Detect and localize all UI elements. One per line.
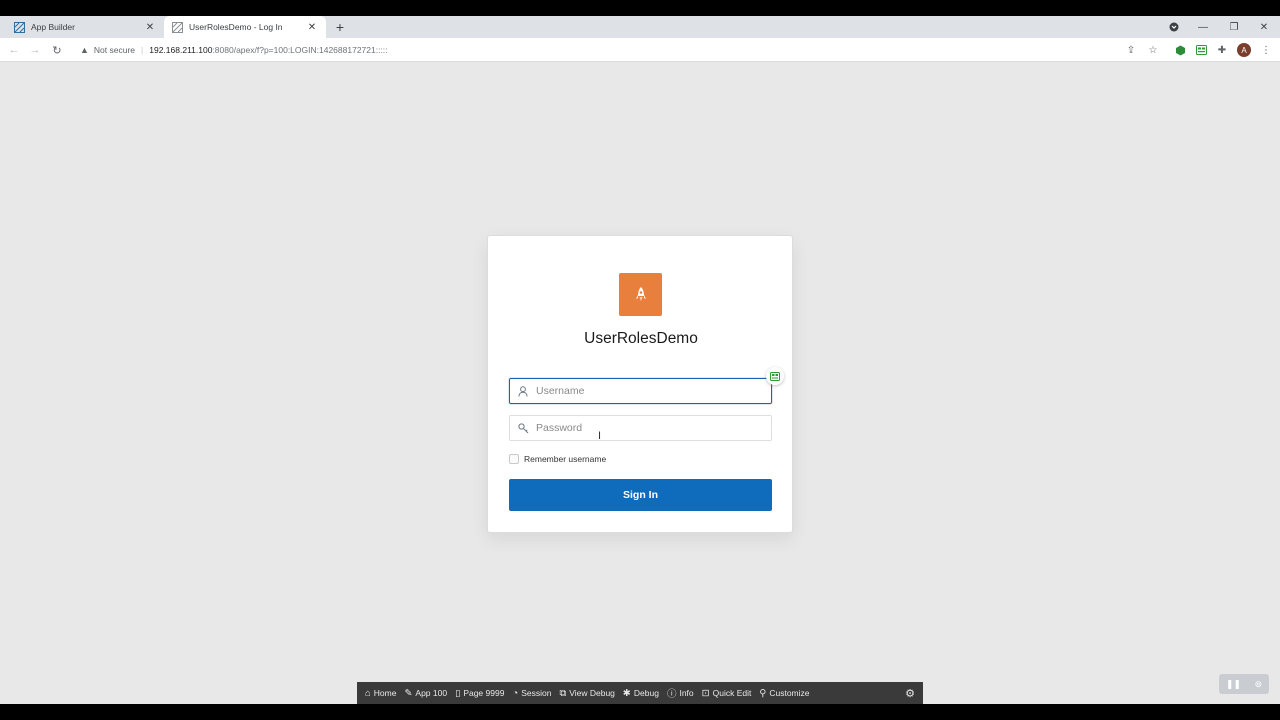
pause-icon[interactable]: ❚❚ xyxy=(1226,679,1241,690)
back-arrow-icon[interactable]: ← xyxy=(6,42,22,58)
bug-icon: ✱ xyxy=(622,687,631,699)
forward-arrow-icon[interactable]: → xyxy=(27,42,43,58)
divider: | xyxy=(141,45,144,55)
url-path: :8080/apex/f?p=100:LOGIN:142688172721:::… xyxy=(212,45,388,55)
dev-customize-button[interactable]: ⚲ Customize xyxy=(757,682,815,704)
security-status: Not secure xyxy=(93,45,136,55)
remember-checkbox[interactable] xyxy=(509,454,519,464)
view-debug-icon: ⧉ xyxy=(559,687,567,699)
apex-favicon-icon xyxy=(172,21,183,33)
close-window-icon[interactable]: ✕ xyxy=(1249,16,1279,38)
tab-close-icon[interactable]: ✕ xyxy=(144,22,156,33)
tab-userrolesdemo-login[interactable]: UserRolesDemo - Log In ✕ xyxy=(164,16,326,38)
dev-debug-button[interactable]: ✱ Debug xyxy=(621,682,665,704)
session-icon: ◔ xyxy=(512,687,519,699)
login-region: UserRolesDemo Remember username Sign In xyxy=(487,235,793,533)
user-icon xyxy=(510,385,536,397)
text-cursor-icon: I xyxy=(598,430,602,442)
password-field[interactable] xyxy=(509,415,772,441)
restore-icon[interactable]: ❐ xyxy=(1219,16,1249,38)
gear-icon[interactable]: ⚙ xyxy=(897,687,923,700)
password-input[interactable] xyxy=(536,422,756,434)
dev-home-button[interactable]: ⌂ Home xyxy=(363,682,402,704)
bookmark-star-icon[interactable]: ☆ xyxy=(1145,42,1161,58)
warning-triangle-icon: ▲ xyxy=(80,45,89,55)
quick-edit-icon: ⊡ xyxy=(701,687,710,699)
app-title: UserRolesDemo xyxy=(584,330,698,347)
extensions-puzzle-icon[interactable]: ✚ xyxy=(1214,42,1230,58)
remember-label: Remember username xyxy=(524,454,607,464)
browser-toolbar: ← → ↻ ▲ Not secure | 192.168.211.100:808… xyxy=(0,38,1280,62)
kebab-menu-icon[interactable]: ⋮ xyxy=(1258,42,1274,58)
dev-view-debug-button[interactable]: ⧉ View Debug xyxy=(557,682,620,704)
recording-widget[interactable]: ❚❚ ⊚ xyxy=(1219,674,1269,694)
apex-favicon-icon xyxy=(14,21,25,33)
dev-app-button[interactable]: ✎ App 100 xyxy=(402,682,453,704)
new-tab-plus-icon[interactable]: + xyxy=(332,16,348,38)
letterbox-bottom xyxy=(0,704,1280,720)
tab-search-icon[interactable] xyxy=(1159,16,1189,38)
page-edit-icon: ▯ xyxy=(455,687,461,699)
app-logo xyxy=(619,273,662,316)
reload-icon[interactable]: ↻ xyxy=(49,42,65,58)
customize-icon: ⚲ xyxy=(759,687,767,699)
tab-app-builder[interactable]: App Builder ✕ xyxy=(6,16,164,38)
extension-shield-icon[interactable] xyxy=(1172,42,1188,58)
edit-icon: ✎ xyxy=(404,687,413,699)
extension-card-icon[interactable] xyxy=(1193,42,1209,58)
developer-toolbar: ⌂ Home ✎ App 100 ▯ Page 9999 ◔ Session ⧉… xyxy=(357,682,923,704)
key-icon xyxy=(510,422,536,434)
tab-title: App Builder xyxy=(31,22,75,32)
dev-info-button[interactable]: ⓘ Info xyxy=(665,682,700,704)
remember-username[interactable]: Remember username xyxy=(509,454,606,464)
rocket-icon xyxy=(635,286,646,301)
dev-quick-edit-button[interactable]: ⊡ Quick Edit xyxy=(700,682,758,704)
url-host: 192.168.211.100 xyxy=(149,45,213,55)
tab-close-icon[interactable]: ✕ xyxy=(306,22,318,33)
dev-page-button[interactable]: ▯ Page 9999 xyxy=(453,682,510,704)
address-bar[interactable]: ▲ Not secure | 192.168.211.100:8080/apex… xyxy=(74,41,1174,59)
letterbox-top xyxy=(0,0,1280,16)
share-icon[interactable]: ⇪ xyxy=(1123,42,1139,58)
sign-in-button[interactable]: Sign In xyxy=(509,479,772,511)
tab-title: UserRolesDemo - Log In xyxy=(189,22,283,32)
info-icon: ⓘ xyxy=(666,689,677,700)
browser-tab-strip: App Builder ✕ UserRolesDemo - Log In ✕ +… xyxy=(0,16,1280,38)
dev-session-button[interactable]: ◔ Session xyxy=(510,682,557,704)
page-background: UserRolesDemo Remember username Sign In … xyxy=(0,62,1280,704)
minimize-icon[interactable]: — xyxy=(1188,16,1218,38)
username-field[interactable] xyxy=(509,378,772,404)
username-input[interactable] xyxy=(536,385,756,397)
webcam-icon[interactable]: ⊚ xyxy=(1255,679,1263,690)
password-manager-icon[interactable] xyxy=(766,367,784,385)
profile-avatar[interactable]: A xyxy=(1237,43,1251,57)
home-icon: ⌂ xyxy=(365,687,371,699)
